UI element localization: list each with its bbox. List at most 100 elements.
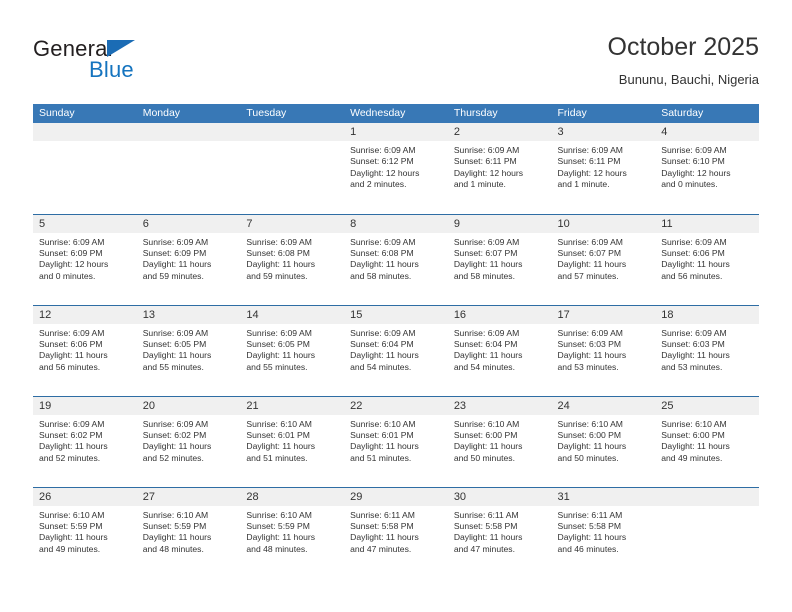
calendar-day-cell[interactable]: 16 Sunrise: 6:09 AM Sunset: 6:04 PM Dayligh…	[447, 304, 552, 396]
calendar-day-cell[interactable]: 11 Sunrise: 6:09 AM Sunset: 6:06 PM Dayligh…	[655, 213, 759, 305]
calendar-day-cell[interactable]: 20 Sunrise: 6:09 AM Sunset: 6:02 PM Dayligh…	[136, 395, 241, 487]
calendar-day-cell[interactable]: 28 Sunrise: 6:10 AM Sunset: 5:59 PM Dayligh…	[240, 486, 345, 579]
sunset-text: Sunset: 6:03 PM	[661, 338, 725, 349]
calendar-day-cell[interactable]: 22 Sunrise: 6:10 AM Sunset: 6:01 PM Dayligh…	[344, 395, 448, 487]
daylight-text-line2: and 0 minutes.	[661, 179, 718, 190]
daylight-text-line1: Daylight: 11 hours	[557, 259, 627, 270]
calendar-day-cell[interactable]: 10 Sunrise: 6:09 AM Sunset: 6:07 PM Dayligh…	[551, 213, 656, 305]
day-details: Sunrise: 6:11 AM Sunset: 5:58 PM Daylight:…	[344, 506, 448, 556]
sunset-text: Sunset: 5:59 PM	[246, 520, 310, 531]
calendar-day-cell[interactable]: 18 Sunrise: 6:09 AM Sunset: 6:03 PM Dayligh…	[655, 304, 759, 396]
daylight-text-line1: Daylight: 11 hours	[557, 441, 627, 452]
sunrise-text: Sunrise: 6:09 AM	[453, 236, 520, 247]
daylight-text-line2: and 51 minutes.	[350, 452, 412, 463]
calendar-day-cell[interactable]: 7 Sunrise: 6:09 AM Sunset: 6:08 PM Daylight…	[240, 213, 345, 305]
daylight-text-line1: Daylight: 11 hours	[557, 350, 627, 361]
day-number: 12	[33, 305, 137, 324]
sunrise-text: Sunrise: 6:09 AM	[661, 145, 727, 155]
calendar-day-cell[interactable]: 4 Sunrise: 6:09 AM Sunset: 6:10 PM Daylight…	[655, 123, 759, 214]
day-number: 23	[447, 396, 552, 415]
day-cell-inner: 6 Sunrise: 6:09 AM Sunset: 6:09 PM Daylight…	[136, 214, 241, 305]
day-number: 5	[33, 214, 137, 233]
day-number	[240, 123, 345, 141]
sunset-text: Sunset: 6:08 PM	[246, 247, 310, 258]
daylight-text-line1: Daylight: 12 hours	[557, 167, 627, 178]
sunrise-text: Sunrise: 6:09 AM	[350, 327, 416, 338]
calendar-day-cell[interactable]: 5 Sunrise: 6:09 AM Sunset: 6:09 PM Daylight…	[33, 213, 137, 305]
page-title: October 2025	[607, 33, 760, 61]
daylight-text-line1: Daylight: 11 hours	[453, 350, 523, 361]
calendar-day-cell[interactable]: 19 Sunrise: 6:09 AM Sunset: 6:02 PM Dayligh…	[33, 395, 137, 487]
sunrise-text: Sunrise: 6:09 AM	[350, 145, 416, 155]
daylight-text-line1: Daylight: 11 hours	[661, 441, 730, 452]
calendar-day-cell[interactable]: 27 Sunrise: 6:10 AM Sunset: 5:59 PM Dayligh…	[136, 486, 241, 578]
day-number: 4	[655, 123, 759, 141]
calendar-day-cell[interactable]: 13 Sunrise: 6:09 AM Sunset: 6:05 PM Dayligh…	[136, 304, 241, 396]
day-cell-inner: 17 Sunrise: 6:09 AM Sunset: 6:03 PM Dayligh…	[551, 305, 656, 396]
daylight-text-line2: and 2 minutes.	[350, 179, 407, 190]
day-details: Sunrise: 6:10 AM Sunset: 6:00 PM Daylight:…	[448, 415, 552, 465]
day-number: 3	[551, 123, 656, 141]
day-number	[655, 487, 759, 506]
calendar-day-cell[interactable]: 9 Sunrise: 6:09 AM Sunset: 6:07 PM Daylight…	[447, 213, 552, 305]
sunrise-text: Sunrise: 6:09 AM	[557, 236, 623, 247]
sunrise-text: Sunrise: 6:10 AM	[557, 418, 623, 429]
sunrise-text: Sunrise: 6:10 AM	[350, 418, 416, 429]
calendar-day-cell[interactable]: 8 Sunrise: 6:09 AM Sunset: 6:08 PM Daylight…	[344, 213, 448, 305]
calendar-day-cell[interactable]: 12 Sunrise: 6:09 AM Sunset: 6:06 PM Dayligh…	[33, 304, 137, 396]
daylight-text-line2: and 58 minutes.	[453, 270, 515, 281]
sunrise-text: Sunrise: 6:09 AM	[661, 327, 727, 338]
day-cell-inner: 11 Sunrise: 6:09 AM Sunset: 6:06 PM Dayligh…	[655, 214, 759, 305]
calendar-head: Sunday Monday Tuesday Wednesday Thursday…	[33, 104, 759, 123]
calendar-day-cell[interactable]: 21 Sunrise: 6:10 AM Sunset: 6:01 PM Dayligh…	[240, 395, 345, 487]
calendar-day-cell[interactable]: 3 Sunrise: 6:09 AM Sunset: 6:11 PM Daylight…	[551, 123, 656, 214]
daylight-text-line1: Daylight: 11 hours	[453, 532, 523, 543]
daylight-text-line2: and 48 minutes.	[246, 543, 308, 554]
day-cell-inner: 19 Sunrise: 6:09 AM Sunset: 6:02 PM Dayligh…	[33, 396, 137, 487]
day-cell-inner: 28 Sunrise: 6:10 AM Sunset: 5:59 PM Dayligh…	[240, 487, 345, 579]
sunset-text: Sunset: 5:58 PM	[557, 520, 622, 531]
sunrise-text: Sunrise: 6:09 AM	[661, 236, 727, 247]
calendar-day-cell[interactable]: 29 Sunrise: 6:11 AM Sunset: 5:58 PM Dayligh…	[344, 486, 448, 578]
sunset-text: Sunset: 6:07 PM	[453, 247, 518, 258]
sunset-text: Sunset: 6:01 PM	[350, 429, 414, 440]
general-blue-logo[interactable]: General Blue	[33, 36, 263, 90]
day-number: 28	[240, 487, 345, 506]
calendar-page: General Blue October 2025 Bununu, Bauchi…	[0, 0, 792, 612]
calendar-day-cell[interactable]: 17 Sunrise: 6:09 AM Sunset: 6:03 PM Dayligh…	[551, 304, 656, 396]
day-cell-inner: 7 Sunrise: 6:09 AM Sunset: 6:08 PM Daylight…	[240, 214, 345, 305]
calendar-day-cell[interactable]: 30 Sunrise: 6:11 AM Sunset: 5:58 PM Dayligh…	[447, 486, 552, 578]
calendar-day-cell[interactable]: 23 Sunrise: 6:10 AM Sunset: 6:00 PM Dayligh…	[447, 395, 552, 487]
day-details: Sunrise: 6:09 AM Sunset: 6:09 PM Daylight:…	[33, 233, 137, 283]
day-cell-inner: 16 Sunrise: 6:09 AM Sunset: 6:04 PM Dayligh…	[447, 305, 552, 396]
daylight-text-line2: and 50 minutes.	[453, 452, 515, 463]
day-number: 8	[344, 214, 448, 233]
day-number	[136, 123, 241, 141]
sunset-text: Sunset: 6:09 PM	[142, 247, 207, 258]
calendar-day-cell[interactable]: 2 Sunrise: 6:09 AM Sunset: 6:11 PM Daylight…	[447, 123, 552, 214]
daylight-text-line2: and 49 minutes.	[39, 543, 101, 554]
daylight-text-line1: Daylight: 11 hours	[350, 441, 419, 452]
day-number: 20	[136, 396, 241, 415]
daylight-text-line2: and 59 minutes.	[142, 270, 204, 281]
daylight-text-line1: Daylight: 11 hours	[39, 532, 108, 543]
calendar-day-cell[interactable]: 25 Sunrise: 6:10 AM Sunset: 6:00 PM Dayligh…	[655, 395, 759, 487]
day-number: 10	[551, 214, 656, 233]
calendar-day-cell[interactable]: 31 Sunrise: 6:11 AM Sunset: 5:58 PM Dayligh…	[551, 486, 656, 578]
calendar-day-cell[interactable]: 24 Sunrise: 6:10 AM Sunset: 6:00 PM Dayligh…	[551, 395, 656, 487]
calendar-day-cell[interactable]: 26 Sunrise: 6:10 AM Sunset: 5:59 PM Dayligh…	[33, 486, 137, 578]
daylight-text-line2: and 59 minutes.	[246, 270, 308, 281]
day-number: 18	[655, 305, 759, 324]
calendar-day-cell[interactable]: 6 Sunrise: 6:09 AM Sunset: 6:09 PM Daylight…	[136, 213, 241, 305]
calendar-day-cell[interactable]: 14 Sunrise: 6:09 AM Sunset: 6:05 PM Dayligh…	[240, 304, 345, 396]
sunrise-text: Sunrise: 6:09 AM	[142, 327, 209, 338]
calendar-day-cell[interactable]: 15 Sunrise: 6:09 AM Sunset: 6:04 PM Dayligh…	[344, 304, 448, 396]
sunset-text: Sunset: 6:01 PM	[246, 429, 310, 440]
sunset-text: Sunset: 6:04 PM	[453, 338, 518, 349]
calendar-day-cell[interactable]: 1 Sunrise: 6:09 AM Sunset: 6:12 PM Daylight…	[344, 123, 448, 214]
calendar-day-cell-empty	[655, 486, 759, 578]
daylight-text-line2: and 55 minutes.	[246, 361, 308, 372]
day-cell-inner: 1 Sunrise: 6:09 AM Sunset: 6:12 PM Daylight…	[344, 123, 448, 214]
day-details: Sunrise: 6:10 AM Sunset: 6:00 PM Daylight:…	[655, 415, 759, 465]
sunset-text: Sunset: 6:02 PM	[142, 429, 207, 440]
